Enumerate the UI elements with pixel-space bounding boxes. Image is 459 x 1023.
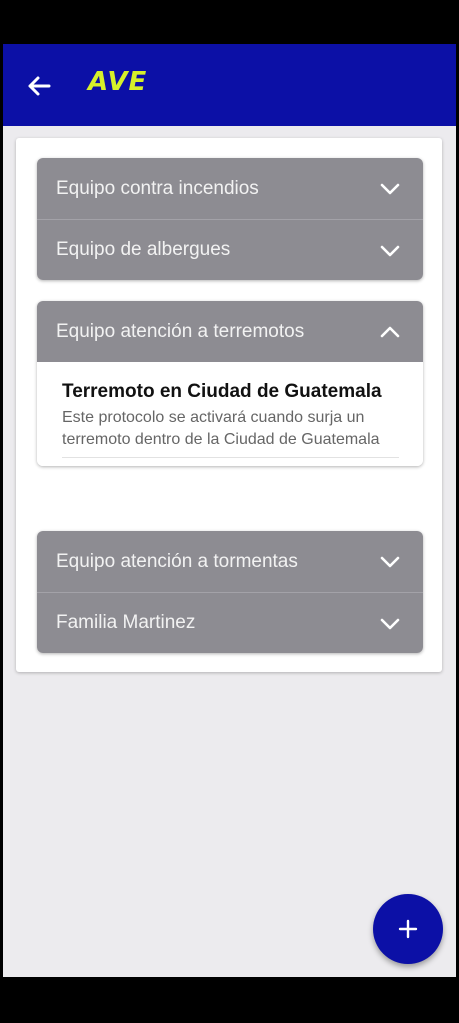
team-item-terremotos[interactable]: Equipo atención a terremotos [37, 301, 423, 362]
team-group-3: Equipo atención a tormentas Familia Mart… [37, 531, 423, 653]
team-label: Equipo atención a terremotos [56, 320, 305, 342]
divider [62, 457, 399, 458]
chevron-down-icon [380, 245, 400, 257]
app-logo: AVE [88, 67, 148, 97]
team-item-familia-martinez[interactable]: Familia Martinez [37, 592, 423, 653]
team-label: Equipo contra incendios [56, 177, 259, 199]
protocol-title: Terremoto en Ciudad de Guatemala [62, 381, 382, 402]
chevron-down-icon [380, 556, 400, 568]
chevron-down-icon [380, 183, 400, 195]
arrow-left-icon [28, 76, 51, 96]
team-item-albergues[interactable]: Equipo de albergues [37, 219, 423, 280]
team-group-1: Equipo contra incendios Equipo de alberg… [37, 158, 423, 280]
chevron-up-icon [380, 326, 400, 338]
team-item-incendios[interactable]: Equipo contra incendios [37, 158, 423, 219]
back-button[interactable] [23, 70, 55, 102]
app-bar: AVE [3, 44, 456, 126]
team-group-2: Equipo atención a terremotos Terremoto e… [37, 301, 423, 466]
add-button[interactable] [373, 894, 443, 964]
team-label: Equipo atención a tormentas [56, 550, 298, 572]
team-item-tormentas[interactable]: Equipo atención a tormentas [37, 531, 423, 592]
app-screen: AVE Equipo contra incendios Equipo de al… [3, 44, 456, 977]
teams-card: Equipo contra incendios Equipo de alberg… [16, 138, 442, 672]
team-label: Equipo de albergues [56, 239, 231, 260]
plus-icon [398, 919, 418, 939]
chevron-down-icon [380, 618, 400, 630]
protocol-description: Este protocolo se activará cuando surja … [62, 409, 380, 448]
protocol-item[interactable]: Terremoto en Ciudad de Guatemala Este pr… [37, 362, 423, 466]
team-label: Familia Martinez [56, 612, 196, 633]
